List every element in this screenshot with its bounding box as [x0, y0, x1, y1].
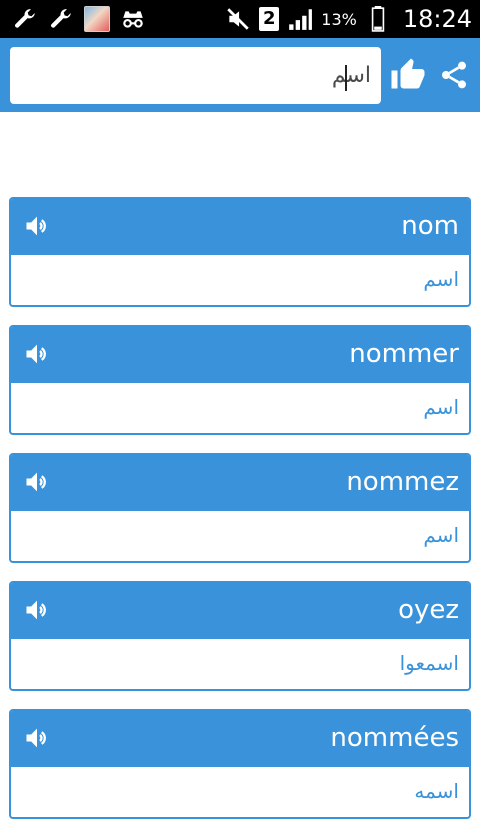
term-text: nommées — [330, 723, 459, 753]
translation-text: اسم — [423, 395, 459, 419]
card-header: nommez — [11, 455, 469, 511]
like-button[interactable] — [390, 57, 426, 93]
translation-text: اسمعوا — [399, 651, 459, 675]
card-body: اسم — [11, 511, 469, 561]
share-icon — [442, 61, 466, 89]
wrench-icon — [48, 6, 74, 32]
text-caret — [345, 65, 347, 91]
sim-slot-badge: 2 — [259, 7, 280, 31]
card-header: nom — [11, 199, 469, 255]
wrench-icon — [12, 6, 38, 32]
incognito-icon — [120, 6, 146, 32]
speaker-icon[interactable] — [21, 595, 53, 625]
results-list: nom اسم nommer اسم nommez اسم oyez اسمعو… — [9, 197, 471, 837]
muted-vibrate-icon — [225, 6, 251, 32]
translation-text: اسم — [423, 523, 459, 547]
share-button[interactable] — [438, 57, 470, 93]
thumbs-up-icon — [391, 58, 425, 89]
translation-text: اسمه — [414, 779, 459, 803]
notification-icons — [12, 5, 146, 33]
clock: 18:24 — [402, 5, 472, 33]
battery-icon — [365, 6, 391, 32]
speaker-icon[interactable] — [21, 467, 53, 497]
card-body: اسم — [11, 383, 469, 433]
result-card[interactable]: oyez اسمعوا — [9, 581, 471, 691]
term-text: oyez — [398, 595, 459, 625]
system-icons: 2 13% 18:24 — [225, 4, 472, 34]
result-card[interactable]: nommées اسمه — [9, 709, 471, 819]
term-text: nom — [401, 211, 459, 241]
card-body: اسمه — [11, 767, 469, 817]
app-header — [0, 38, 480, 112]
speaker-icon[interactable] — [21, 723, 53, 753]
result-card[interactable]: nom اسم — [9, 197, 471, 307]
card-body: اسم — [11, 255, 469, 305]
card-header: nommées — [11, 711, 469, 767]
search-input[interactable] — [10, 47, 381, 104]
photo-thumbnail-icon — [84, 6, 110, 32]
speaker-icon[interactable] — [21, 211, 53, 241]
battery-percent: 13% — [321, 9, 357, 29]
term-text: nommez — [346, 467, 459, 497]
speaker-icon[interactable] — [21, 339, 53, 369]
card-header: oyez — [11, 583, 469, 639]
result-card[interactable]: nommer اسم — [9, 325, 471, 435]
translation-text: اسم — [423, 267, 459, 291]
card-body: اسمعوا — [11, 639, 469, 689]
status-bar: 2 13% 18:24 — [0, 0, 480, 38]
result-card[interactable]: nommez اسم — [9, 453, 471, 563]
signal-icon — [287, 6, 313, 32]
card-header: nommer — [11, 327, 469, 383]
search-box[interactable] — [10, 47, 381, 104]
term-text: nommer — [349, 339, 459, 369]
